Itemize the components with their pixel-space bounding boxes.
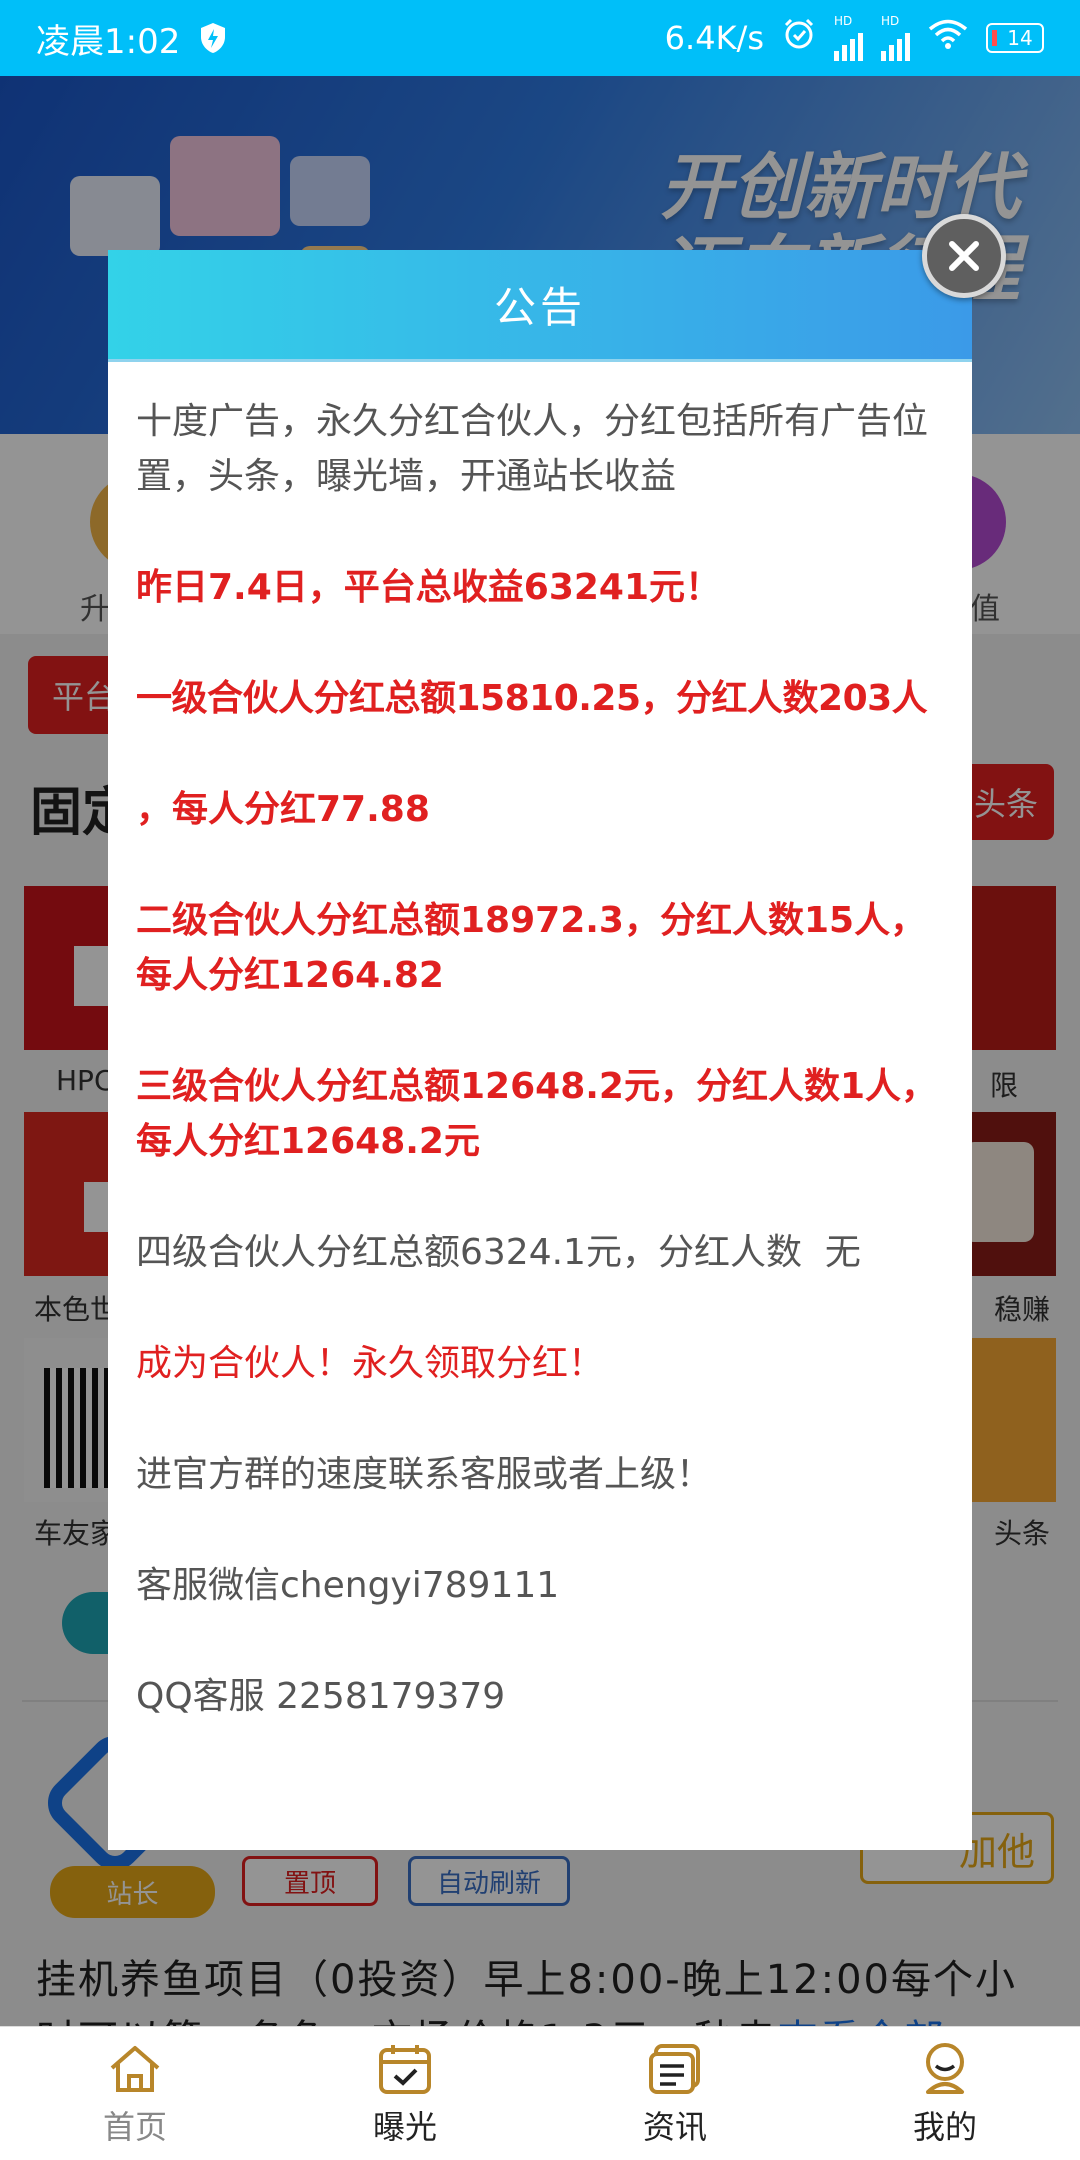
shield-bolt-icon xyxy=(198,21,228,55)
status-bar: 凌晨1:02 6.4K/s HD HD 14 xyxy=(0,0,1080,76)
announcement-paragraph: 十度广告，永久分红合伙人，分红包括所有广告位置，头条，曝光墙，开通站长收益 xyxy=(136,401,929,497)
nav-home[interactable]: 首页 xyxy=(0,2027,270,2160)
battery-level: 14 xyxy=(1007,26,1033,50)
announcement-paragraph: 昨日7.4日，平台总收益63241元！ xyxy=(136,567,722,608)
announcement-paragraph: ，每人分红77.88 xyxy=(136,789,430,830)
alarm-icon xyxy=(782,17,816,60)
nav-exposure[interactable]: 曝光 xyxy=(270,2027,540,2160)
announcement-dialog: 公告 十度广告，永久分红合伙人，分红包括所有广告位置，头条，曝光墙，开通站长收益… xyxy=(108,250,972,1850)
announcement-paragraph: 进官方群的速度联系客服或者上级！ xyxy=(136,1454,713,1495)
wifi-icon xyxy=(928,18,968,59)
nav-news[interactable]: 资讯 xyxy=(540,2027,810,2160)
announcement-paragraph: 三级合伙人分红总额12648.2元，分红人数1人，每人分红12648.2元 xyxy=(136,1066,938,1162)
profile-icon xyxy=(916,2040,974,2098)
announcement-paragraph: 二级合伙人分红总额18972.3，分红人数15人，每人分红1264.82 xyxy=(136,900,927,996)
status-time: 凌晨1:02 xyxy=(36,21,181,62)
signal-icon-2: HD xyxy=(881,15,910,61)
nav-news-label: 资讯 xyxy=(642,2107,707,2146)
dialog-title: 公告 xyxy=(493,283,586,332)
nav-exposure-label: 曝光 xyxy=(372,2107,437,2146)
close-icon[interactable] xyxy=(922,214,1006,298)
announcement-paragraph: QQ客服 2258179379 xyxy=(136,1676,506,1717)
announcement-paragraph: 一级合伙人分红总额15810.25，分红人数203人 xyxy=(136,678,928,719)
nav-mine[interactable]: 我的 xyxy=(810,2027,1080,2160)
announcement-paragraph: 四级合伙人分红总额6324.1元，分红人数 无 xyxy=(136,1232,861,1273)
announcement-paragraph: 客服微信chengyi789111 xyxy=(136,1565,560,1606)
dialog-header: 公告 xyxy=(108,250,972,362)
calendar-check-icon xyxy=(376,2040,434,2098)
nav-mine-label: 我的 xyxy=(912,2107,977,2146)
news-icon xyxy=(646,2040,704,2098)
home-icon xyxy=(106,2040,164,2098)
dialog-body: 十度广告，永久分红合伙人，分红包括所有广告位置，头条，曝光墙，开通站长收益 昨日… xyxy=(108,362,972,1724)
signal-hd-label-2: HD xyxy=(881,14,900,28)
battery-icon: 14 xyxy=(986,23,1044,53)
network-speed: 6.4K/s xyxy=(664,19,764,57)
bottom-nav: 首页 曝光 资讯 我的 xyxy=(0,2026,1080,2160)
signal-hd-label-1: HD xyxy=(834,14,853,28)
nav-home-label: 首页 xyxy=(102,2107,167,2146)
announcement-paragraph: 成为合伙人！永久领取分红！ xyxy=(136,1343,605,1384)
signal-icon-1: HD xyxy=(834,15,863,61)
